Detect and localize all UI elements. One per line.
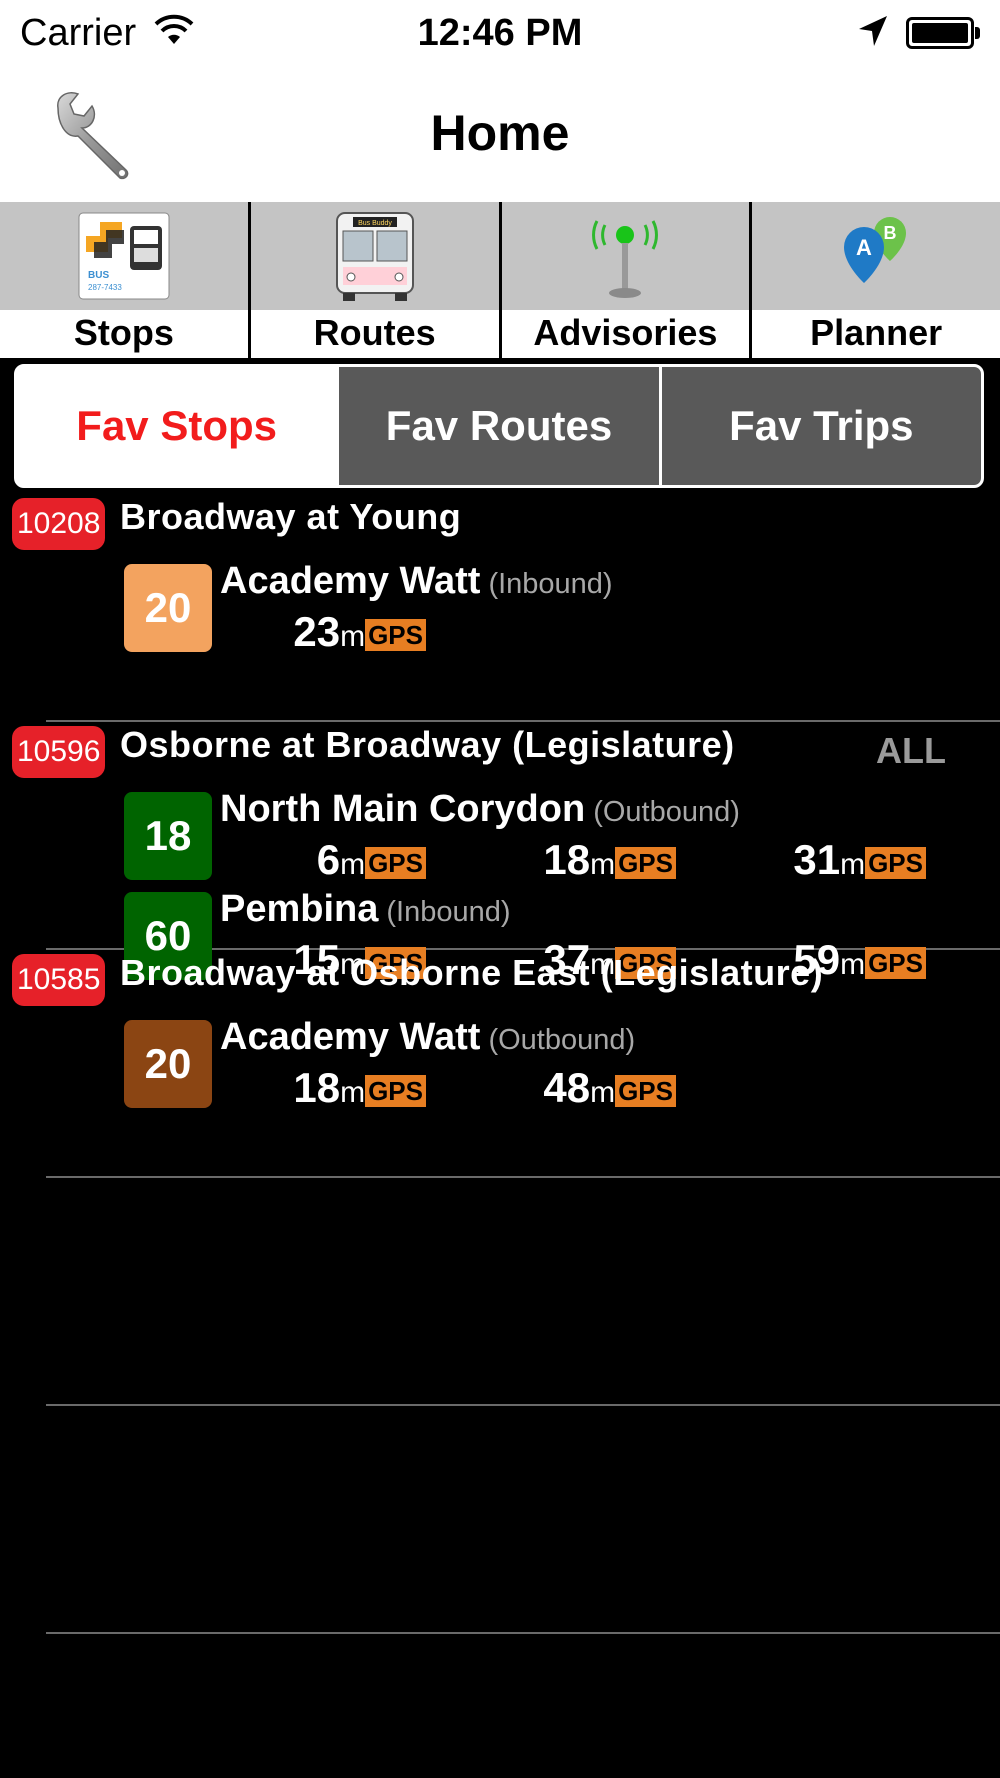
tool-tab-bar: BUS 287-7433 Stops Bus Buddy Routes Advi… [0,202,1000,358]
stop-name: Osborne at Broadway (Legislature) [120,724,735,765]
route-name: Academy Watt (Outbound) [220,1016,635,1059]
minutes-unit: m [590,1076,616,1109]
route-number-badge: 20 [124,564,212,652]
arrival-minutes: 18 [543,836,591,883]
stop-cell[interactable]: 10208 Broadway at Young 20 Academy Watt (Inb… [0,494,1000,722]
route-name-text: Academy Watt [220,560,481,602]
arrival-time: 48 m GPS [543,1064,676,1111]
minutes-unit: m [840,848,866,881]
gps-tag: GPS [365,619,426,651]
arrival-time: 23 m GPS [293,608,426,655]
stop-cell[interactable]: 10596 Osborne at Broadway (Legislature) AL… [0,722,1000,983]
tab-advisories[interactable]: Advisories [501,202,750,358]
stop-name: Broadway at Young [120,496,462,537]
arrival-minutes: 23 [293,608,341,655]
status-time: 12:46 PM [417,12,583,54]
stop-number-badge: 10208 [12,498,106,550]
route-name: North Main Corydon (Outbound) [220,788,740,831]
stop-cell[interactable]: 10585 Broadway at Osborne East (Legislatu… [0,950,1000,1178]
favorites-segmented-control: Fav Stops Fav Routes Fav Trips [14,364,984,488]
arrival-minutes: 48 [543,1064,591,1111]
route-name-text: North Main Corydon [220,788,586,830]
gps-tag: GPS [365,847,426,879]
svg-text:BUS: BUS [88,270,109,281]
route-name: Pembina (Inbound) [220,888,511,931]
stops-icon: BUS 287-7433 [78,212,170,300]
route-name: Academy Watt (Inbound) [220,560,613,603]
svg-text:287-7433: 287-7433 [88,283,122,292]
tab-routes[interactable]: Bus Buddy Routes [250,202,499,358]
gps-tag: GPS [865,847,926,879]
antenna-icon [592,220,659,298]
minutes-unit: m [340,1076,366,1109]
minutes-unit: m [340,848,366,881]
svg-text:A: A [856,235,872,260]
minutes-unit: m [590,848,616,881]
show-all-button[interactable]: ALL [876,730,946,772]
svg-text:Bus Buddy: Bus Buddy [358,220,392,227]
arrival-minutes: 18 [293,1064,341,1111]
favorite-stops-list: 10208 Broadway at Young 20 Academy Watt (Inb… [0,494,1000,1634]
arrival-minutes: 6 [316,836,341,883]
arrival-time: 18 m GPS [543,836,676,883]
page-title: Home [430,105,570,161]
battery-nub [975,27,980,39]
arrival-time: 18 m GPS [293,1064,426,1111]
stop-number-badge: 10585 [12,954,106,1006]
gps-tag: GPS [365,1075,426,1107]
stop-number-badge: 10596 [12,726,106,778]
map-pins-icon: B A [844,217,907,283]
route-number-badge: 18 [124,792,212,880]
tab-planner-label: Planner [810,312,943,353]
segment-fav-routes[interactable]: Fav Routes [336,367,659,485]
route-direction: (Outbound) [488,1024,636,1056]
tab-stops-label: Stops [73,312,174,353]
route-name-text: Pembina [220,888,379,930]
route-row[interactable]: 20 Academy Watt (Inbound) 23 m GPS [0,560,1000,664]
navigation-bar: Home [0,66,1000,202]
location-arrow-icon [859,16,887,46]
stop-name: Broadway at Osborne East (Legislature) [120,952,824,993]
bus-icon: Bus Buddy [335,212,414,301]
route-direction: (Inbound) [386,896,511,928]
empty-cell [0,1406,1000,1634]
empty-cell [0,1178,1000,1406]
status-bar: Carrier 12:46 PM [0,0,1000,66]
row-separator [46,1632,1000,1634]
route-row[interactable]: 18 North Main Corydon (Outbound) 6 m GPS 18 m GP… [0,788,1000,892]
gps-tag: GPS [615,847,676,879]
arrival-time: 6 m GPS [316,836,426,883]
tab-routes-label: Routes [313,312,436,353]
svg-text:B: B [884,223,897,243]
arrival-minutes: 31 [793,836,841,883]
battery-icon [906,17,974,49]
segment-fav-stops[interactable]: Fav Stops [17,367,337,485]
route-direction: (Outbound) [593,796,740,828]
route-name-text: Academy Watt [220,1016,481,1058]
route-row[interactable]: 20 Academy Watt (Outbound) 18 m GPS 48 m GPS [0,1016,1000,1120]
route-direction: (Inbound) [488,568,613,600]
tab-stops[interactable]: BUS 287-7433 Stops [0,202,248,358]
segment-fav-trips[interactable]: Fav Trips [658,367,981,485]
gps-tag: GPS [615,1075,676,1107]
route-number-badge: 20 [124,1020,212,1108]
tab-advisories-label: Advisories [533,312,718,353]
minutes-unit: m [340,620,366,653]
tab-planner[interactable]: B A Planner [752,202,1000,358]
arrival-time: 31 m GPS [793,836,926,883]
